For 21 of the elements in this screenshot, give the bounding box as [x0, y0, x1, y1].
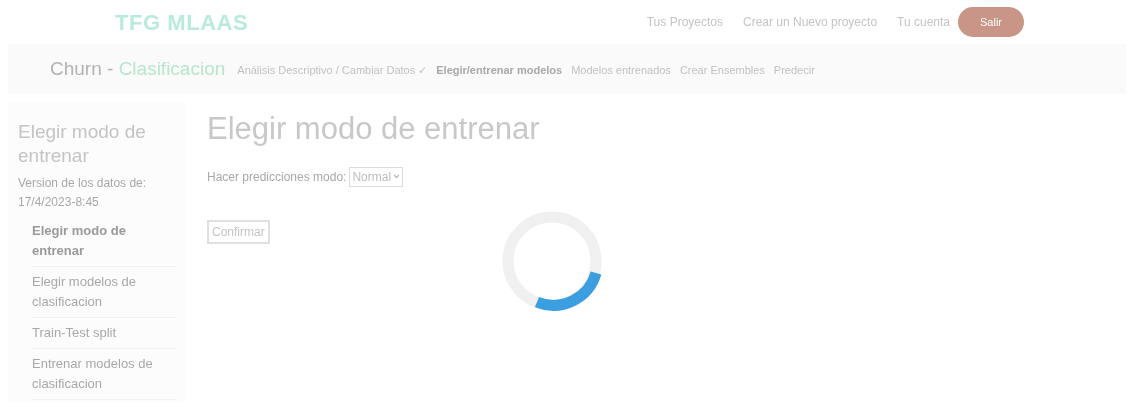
mode-select[interactable]: Normal	[349, 166, 404, 187]
data-version: Version de los datos de: 17/4/2023-8:45	[18, 175, 148, 211]
nav-link[interactable]: Tu cuenta	[897, 13, 950, 31]
step-tab[interactable]: Análisis Descriptivo / Cambiar Datos ✓	[237, 62, 428, 79]
sidebar-item[interactable]: Elegir modo de entrenar	[32, 216, 176, 267]
loading-spinner-icon	[502, 211, 602, 311]
sidebar-item[interactable]: Entrenar modelos de clasificacion	[32, 349, 176, 400]
caret-icon	[393, 174, 401, 179]
step-tab[interactable]: Crear Ensembles	[679, 62, 765, 79]
mode-label: Hacer predicciones modo:	[207, 168, 347, 186]
nav-link[interactable]: Crear un Nuevo proyecto	[743, 13, 878, 31]
step-tab[interactable]: Predecir	[773, 62, 815, 79]
sidebar-item[interactable]: Elegir modelos de clasificacion	[32, 267, 176, 318]
sidebar-title: Elegir modo de entrenar	[18, 120, 147, 168]
confirm-button[interactable]: Confirmar	[207, 219, 270, 244]
logout-button[interactable]: Salir	[958, 6, 1024, 38]
project-title: Churn - Clasificacion	[50, 56, 226, 81]
step-tab[interactable]: Elegir/entrenar modelos	[436, 62, 563, 79]
nav-link[interactable]: Tus Proyectos	[646, 13, 723, 31]
logo[interactable]: TFG MLAAS	[115, 5, 249, 39]
sidebar-item[interactable]: Train-Test split	[32, 318, 176, 349]
